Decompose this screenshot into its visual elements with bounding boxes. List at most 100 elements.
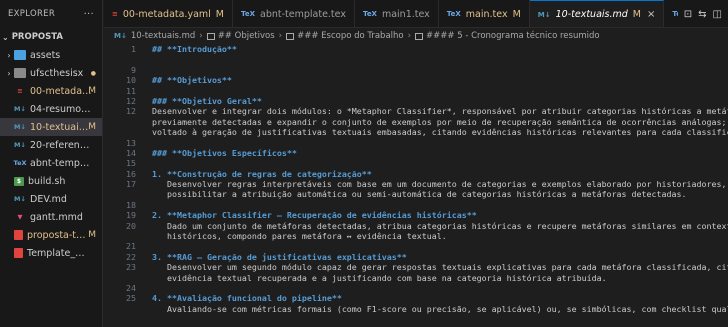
chevron-right-icon: ›	[7, 50, 11, 60]
explorer-title: EXPLORER	[8, 9, 56, 19]
code-line: 19 2. **Metaphor Classifier – Recuperação…	[104, 210, 728, 220]
editor-tab[interactable]: TeX main.tex M	[439, 0, 530, 27]
code-line: 12 ### **Objetivo Geral**	[104, 96, 728, 106]
line-text: evidência textual recuperada e a justifi…	[152, 272, 607, 283]
file-name: assets	[30, 49, 61, 61]
chevron-right-icon: ›	[7, 68, 11, 78]
line-number: 25	[126, 293, 136, 304]
tab-list: ≡ 00-metadata.yaml M TeX abnt-template.tex Te…	[104, 0, 728, 27]
file-name: abnt-template.tex	[30, 157, 92, 169]
breadcrumb-file[interactable]: 10-textuais.md	[131, 31, 195, 41]
line-number	[104, 117, 136, 127]
editor-tab-bar: ≡ 00-metadata.yaml M TeX abnt-template.tex Te…	[104, 0, 728, 28]
editor-tab[interactable]: M↓ 10-textuais.md M ×	[529, 0, 665, 27]
split-editor-icon[interactable]: ◫	[713, 9, 722, 20]
tab-label: main1.tex	[381, 8, 430, 20]
code-editor[interactable]: 1 ## **Introdução** 9 10 ## **Objetivos** 11 1…	[104, 44, 728, 327]
line-number: 18	[126, 199, 136, 210]
tex-file-icon: TeX	[241, 10, 255, 18]
line-text	[136, 283, 152, 293]
line-text	[136, 241, 152, 251]
line-text: Desenvolver regras interpretáveis com ba…	[152, 179, 728, 190]
file-tree-item[interactable]: M↓ 20-referencias.md	[0, 136, 102, 154]
tex-file-icon: TeX	[362, 10, 377, 18]
line-number: 14	[126, 147, 136, 158]
line-number: 15	[126, 158, 136, 169]
code-line: 14 ### **Objetivos Específicos**	[104, 148, 728, 158]
workspace-section[interactable]: ⌄ PROPOSTA	[0, 28, 102, 46]
modified-badge: M	[88, 122, 96, 132]
file-name: ufscthesisx	[30, 67, 84, 79]
file-name: DEV.md	[30, 193, 67, 205]
line-text: ## **Introdução**	[152, 44, 237, 54]
explorer-sidebar: EXPLORER ··· ⌄ PROPOSTA › assets › ufscthes…	[0, 0, 103, 327]
more-actions-icon[interactable]: ···	[84, 9, 94, 20]
line-text: voltado à geração de justificativas text…	[152, 127, 728, 138]
close-icon[interactable]: ×	[647, 9, 655, 20]
breadcrumb-heading-cronograma[interactable]: #### 5 - Cronograma técnico resumido	[426, 31, 600, 41]
line-number: 22	[126, 251, 136, 262]
file-tree-item[interactable]: Template_Propost...	[0, 244, 102, 262]
line-text	[136, 138, 152, 148]
file-tree-item[interactable]: TeXabnt-template.tex	[0, 154, 102, 172]
breadcrumb-heading-objetivos[interactable]: ## Objetivos	[218, 31, 275, 41]
line-number	[104, 127, 136, 137]
code-line: históricos, compondo pares metáfora ↔ ev…	[104, 231, 728, 241]
tab-label: main.tex	[465, 8, 508, 20]
editor-tab[interactable]: TeX main1.tex	[355, 0, 439, 27]
code-line: possibilitar a atribuição automática ou …	[104, 189, 728, 199]
preview-icon[interactable]: ⊡	[684, 9, 692, 20]
file-tree-item[interactable]: ≡ 00-metadat... M	[0, 82, 102, 100]
file-tree-item[interactable]: M↓ 04-resumo.md	[0, 100, 102, 118]
code-line: 20 Dado um conjunto de metáforas detecta…	[104, 221, 728, 231]
code-line: evidência textual recuperada e a justifi…	[104, 273, 728, 283]
markdown-file-icon: M↓	[14, 141, 26, 149]
breadcrumb-separator: ›	[278, 31, 283, 41]
line-number: 11	[126, 85, 136, 96]
code-line: 18	[104, 200, 728, 210]
markdown-file-icon: M↓	[14, 123, 26, 131]
pdf-file-icon	[14, 230, 23, 240]
breadcrumb-heading-escopo[interactable]: ### Escopo do Trabalho	[297, 31, 404, 41]
file-tree-item[interactable]: M↓ DEV.md	[0, 190, 102, 208]
file-tree-item[interactable]: proposta-tc... M	[0, 226, 102, 244]
breadcrumb-separator: ›	[407, 31, 412, 41]
file-name: Template_Propost...	[27, 247, 89, 259]
line-number: 12	[126, 95, 136, 106]
file-tree-item[interactable]: › ufscthesisx ●	[0, 64, 102, 82]
breadcrumb: M↓ 10-textuais.md › ## Objetivos › ### E…	[104, 28, 728, 44]
file-tree-item[interactable]: ▼ gantt.mmd	[0, 208, 102, 226]
line-text: 4. **Avaliação funcional do pipeline**	[152, 293, 342, 304]
line-text: Desenvolver e integrar dois módulos: o *…	[152, 106, 728, 117]
line-number: 10	[126, 75, 136, 86]
code-line: 1 ## **Introdução**	[104, 44, 728, 54]
code-line: 22 3. **RAG – Geração de justificativas e…	[104, 252, 728, 262]
file-tree-item[interactable]: M↓ 10-textuais... M	[0, 118, 102, 136]
line-number	[104, 273, 136, 283]
editor-tab[interactable]: ≡ 00-metadata.yaml M	[104, 0, 233, 27]
markdown-file-icon: M↓	[114, 32, 127, 40]
explorer-header: EXPLORER ···	[0, 0, 102, 28]
line-text	[136, 86, 152, 96]
code-line: 13	[104, 138, 728, 148]
file-tree-item[interactable]: › assets	[0, 46, 102, 64]
line-number: 17	[126, 179, 136, 190]
line-text	[136, 200, 152, 210]
line-text: ### **Objetivos Específicos**	[152, 147, 297, 158]
code-line: 25 4. **Avaliação funcional do pipeline**	[104, 293, 728, 303]
file-name: 20-referencias.md	[30, 139, 92, 151]
editor-tab[interactable]: TeX abnt-template.tex	[233, 0, 355, 27]
line-text: 3. **RAG – Geração de justificativas exp…	[152, 251, 407, 262]
line-text: possibilitar a atribuição automática ou …	[152, 189, 687, 200]
line-number: 23	[126, 262, 136, 273]
file-tree-item[interactable]: $ build.sh	[0, 172, 102, 190]
code-line: 10 ## **Objetivos**	[104, 75, 728, 85]
line-text: históricos, compondo pares metáfora ↔ ev…	[152, 231, 447, 242]
heading-symbol-icon	[415, 32, 424, 40]
file-name: proposta-tc...	[27, 229, 89, 241]
compare-icon[interactable]: ⇆	[698, 9, 706, 20]
file-name: build.sh	[28, 175, 66, 187]
line-text: ### **Objetivo Geral**	[152, 95, 262, 106]
line-number: 16	[126, 168, 136, 179]
chevron-down-icon: ⌄	[2, 32, 9, 42]
